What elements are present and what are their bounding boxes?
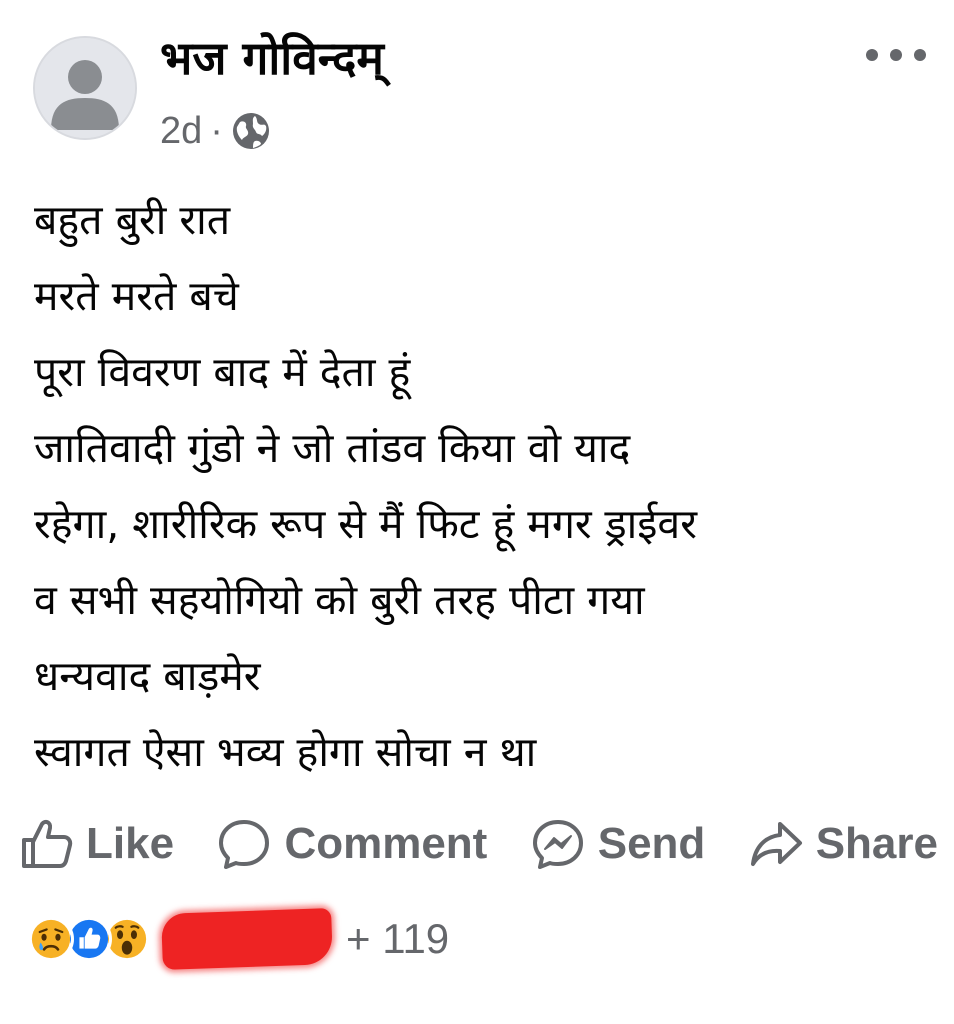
post-line: स्वागत ऐसा भव्य होगा सोचा न था bbox=[34, 728, 537, 776]
action-bar: Like Comment Send Share bbox=[18, 808, 938, 880]
reaction-count[interactable]: + 119 bbox=[346, 915, 449, 963]
comment-bubble-icon bbox=[219, 820, 270, 869]
post-line: पूरा विवरण बाद में देता हूं bbox=[34, 348, 411, 396]
post-line: जातिवादी गुंडो ने जो तांडव किया वो याद bbox=[34, 424, 631, 472]
post-line: मरते मरते बचे bbox=[34, 272, 239, 320]
share-label: Share bbox=[815, 819, 938, 868]
reactions-summary[interactable]: + 119 bbox=[28, 904, 449, 974]
post-body: बहुत बुरी रात मरते मरते बचे पूरा विवरण ब… bbox=[34, 182, 934, 790]
messenger-icon bbox=[532, 820, 583, 869]
redacted-names bbox=[161, 908, 333, 970]
like-button[interactable]: Like bbox=[18, 816, 174, 872]
author-name[interactable]: भज गोविन्दम् bbox=[160, 28, 384, 88]
globe-icon[interactable] bbox=[231, 111, 271, 151]
post-line: बहुत बुरी रात bbox=[34, 196, 231, 244]
dot-icon bbox=[890, 49, 902, 61]
post-meta: 2d · bbox=[160, 108, 271, 154]
sad-face-icon bbox=[28, 916, 74, 962]
send-button[interactable]: Send bbox=[530, 816, 706, 872]
post-line: व सभी सहयोगियो को बुरी तरह पीटा गया bbox=[34, 576, 645, 624]
comment-button[interactable]: Comment bbox=[216, 816, 487, 872]
post-line: धन्यवाद बाड़मेर bbox=[34, 652, 261, 700]
dot-icon bbox=[914, 49, 926, 61]
share-button[interactable]: Share bbox=[748, 816, 938, 872]
facebook-post: भज गोविन्दम् 2d · बहुत बुरी रात मरते मरत… bbox=[0, 0, 954, 1024]
like-label: Like bbox=[86, 819, 175, 868]
avatar[interactable] bbox=[33, 36, 137, 140]
thumbs-up-icon bbox=[22, 819, 73, 868]
post-line: रहेगा, शारीरिक रूप से मैं फिट हूं मगर ड्… bbox=[34, 500, 697, 548]
meta-separator: · bbox=[210, 110, 223, 152]
default-profile-icon bbox=[35, 38, 135, 138]
comment-label: Comment bbox=[284, 819, 488, 868]
dot-icon bbox=[866, 49, 878, 61]
more-options-icon[interactable] bbox=[866, 40, 926, 70]
share-arrow-icon bbox=[750, 822, 802, 866]
post-time[interactable]: 2d bbox=[160, 108, 202, 154]
send-label: Send bbox=[597, 819, 706, 868]
